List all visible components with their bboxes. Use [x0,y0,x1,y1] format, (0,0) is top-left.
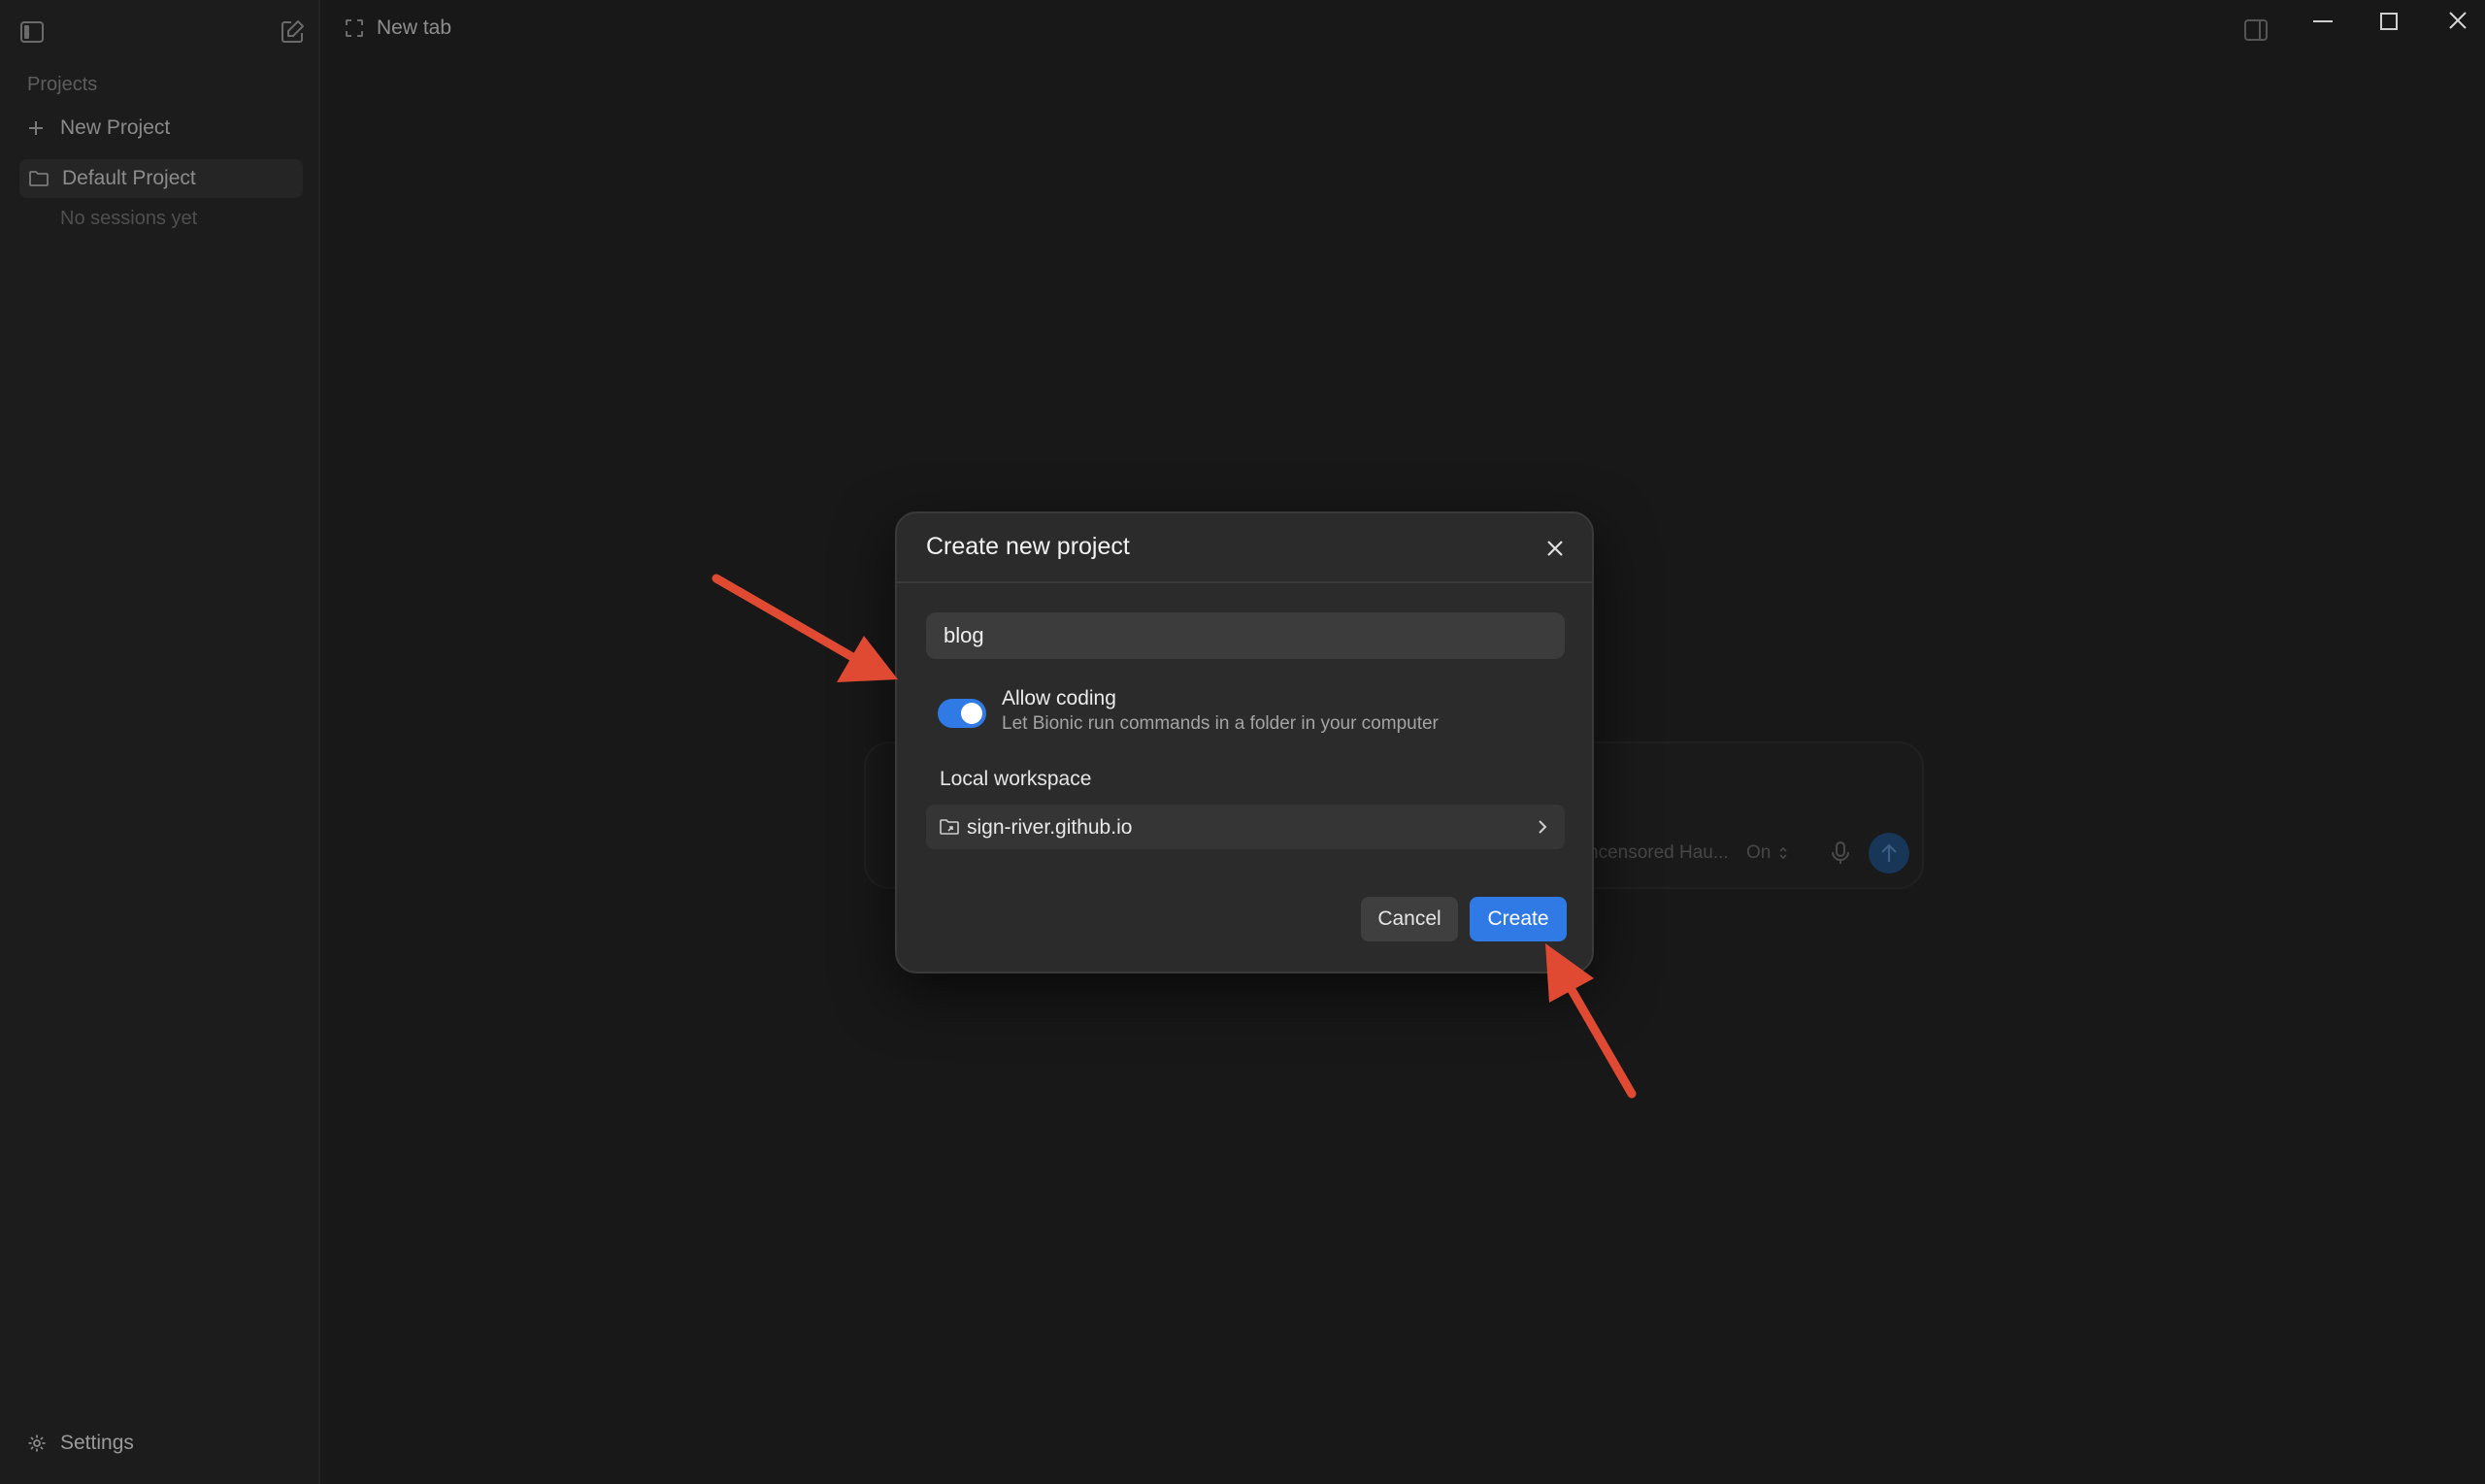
tab-new-tab[interactable]: New tab [346,16,451,40]
project-label: Default Project [62,167,196,189]
project-name-input[interactable] [926,612,1565,659]
allow-coding-toggle[interactable] [938,699,986,728]
mode-toggle-label: On [1746,842,1772,863]
maximize-icon[interactable] [2380,13,2398,30]
chevron-right-icon [1539,820,1547,834]
microphone-icon[interactable] [1830,841,1851,866]
send-button[interactable] [1869,833,1909,874]
new-project-button[interactable]: New Project [27,113,170,144]
sidebar-toggle-icon[interactable] [19,19,45,45]
allow-coding-description: Let Bionic run commands in a folder in y… [1002,713,1439,734]
gear-icon [28,1435,46,1452]
sidebar-item-default-project[interactable]: Default Project [19,159,303,198]
sidebar: Projects New Project Default Project No … [0,0,320,1484]
create-project-dialog: Create new project Allow coding Let Bion… [895,511,1594,973]
allow-coding-label: Allow coding [1002,687,1116,709]
edit-icon[interactable] [279,18,306,46]
dialog-header: Create new project [897,513,1592,583]
cancel-button[interactable]: Cancel [1361,897,1458,941]
tab-icon [346,19,363,37]
model-selector[interactable]: ncensored Hau... [1588,842,1729,864]
workspace-label: Local workspace [940,768,1092,790]
panel-icon[interactable] [2243,18,2269,42]
tab-label: New tab [377,16,452,39]
folder-link-icon [940,819,959,835]
plus-icon [29,121,43,135]
new-project-label: New Project [60,116,171,139]
minimize-icon[interactable] [2313,20,2333,22]
mode-toggle[interactable]: On [1746,842,1788,864]
dialog-title: Create new project [926,533,1130,560]
close-icon[interactable] [1545,539,1565,558]
arrow-up-icon [1881,843,1897,862]
folder-icon [29,171,49,186]
chevron-updown-icon [1779,846,1787,860]
settings-button[interactable]: Settings [27,1432,134,1455]
no-sessions-text: No sessions yet [60,208,198,229]
close-icon[interactable] [2447,10,2468,31]
settings-label: Settings [60,1432,134,1454]
workspace-path: sign-river.github.io [967,816,1133,839]
annotation-arrow-name-input [712,574,898,682]
workspace-picker[interactable]: sign-river.github.io [926,805,1565,849]
app-window: Projects New Project Default Project No … [0,0,2485,1484]
projects-heading: Projects [27,74,98,95]
toggle-knob [961,703,982,724]
create-button[interactable]: Create [1470,897,1567,941]
